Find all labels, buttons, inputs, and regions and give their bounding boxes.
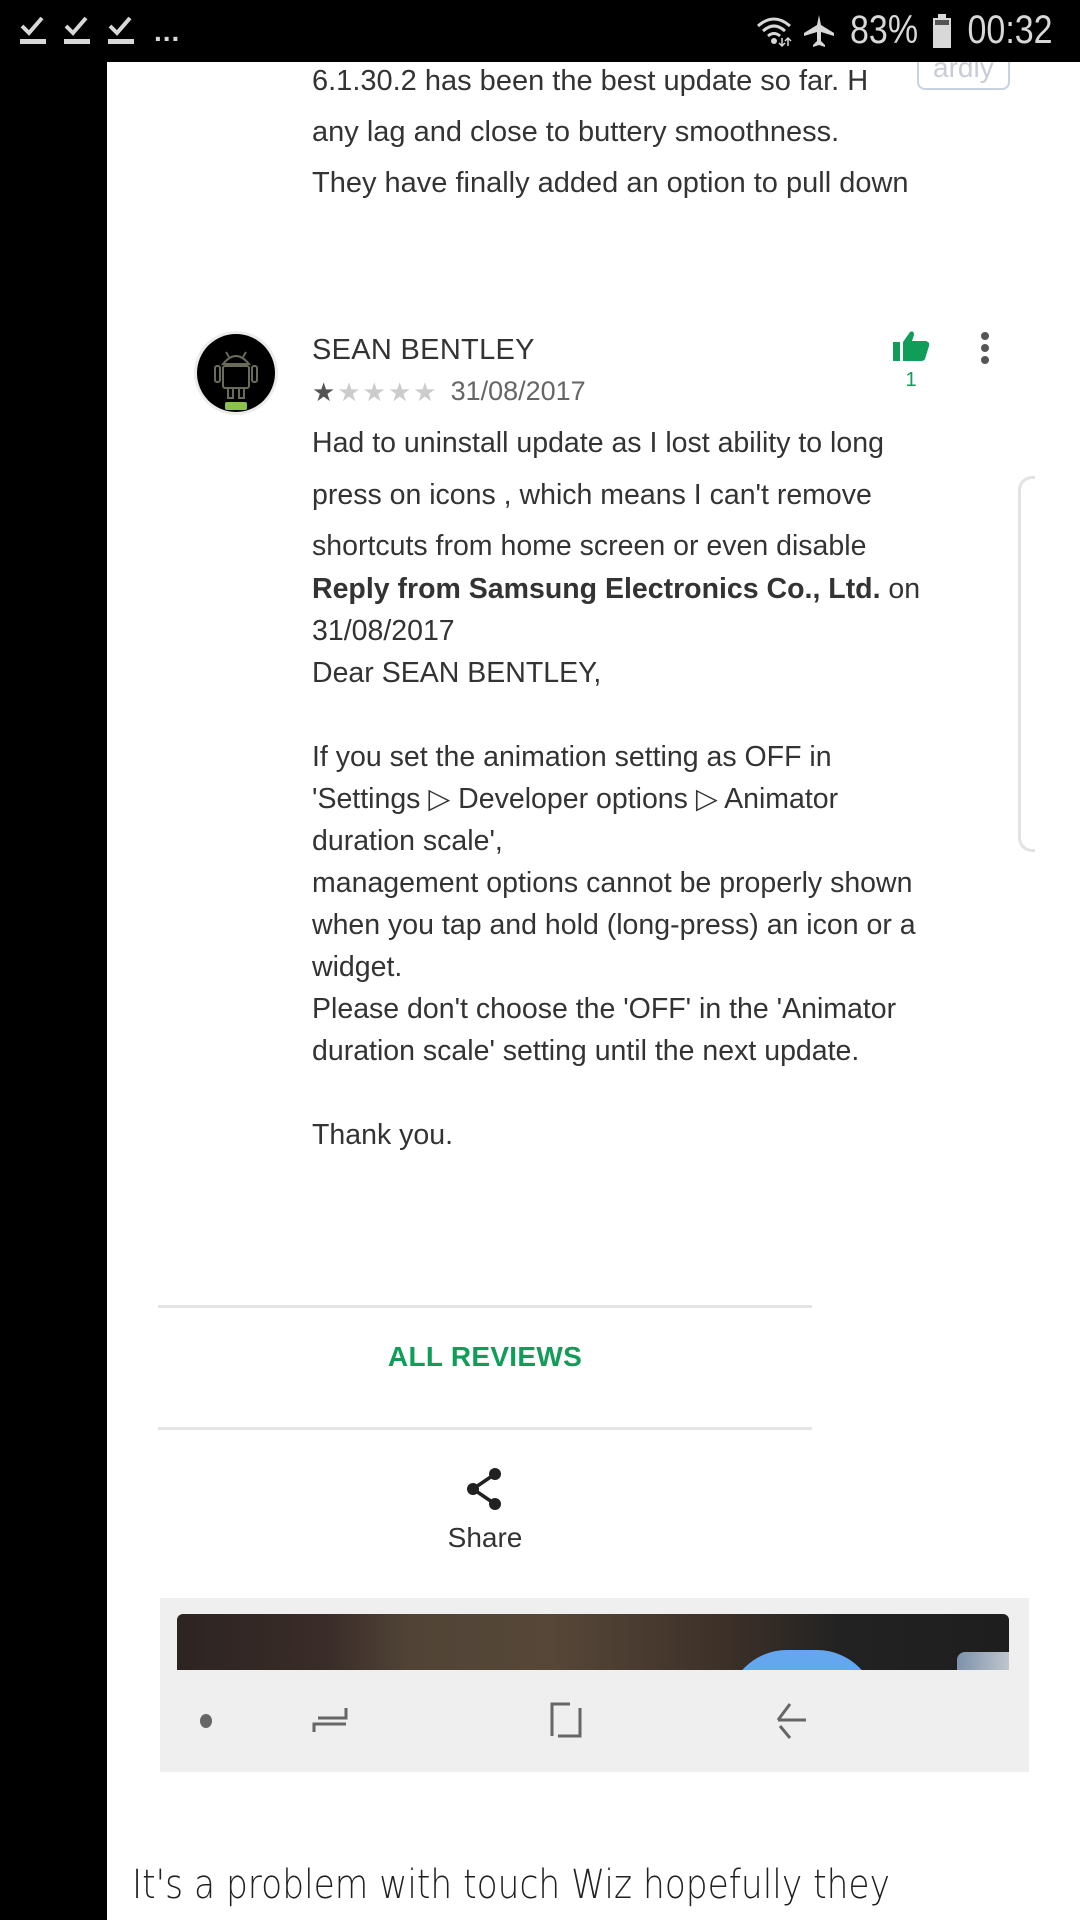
navigation-bar [160, 1670, 1029, 1772]
helpful-count: 1 [905, 369, 917, 391]
review-body-line: press on icons , which means I can't rem… [312, 478, 872, 511]
app-page: 6.1.30.2 has been the best update so far… [107, 62, 1080, 1920]
share-label: Share [447, 1522, 523, 1553]
reply-line: duration scale' setting until the next u… [312, 1035, 860, 1067]
review-body: Had to uninstall update as I lost abilit… [312, 418, 1080, 573]
previous-review-line: They have finally added an option to pul… [312, 158, 1080, 209]
reply-on-label: on [880, 573, 921, 605]
download-complete-icon [106, 12, 136, 46]
reply-line: 'Settings ▷ Developer options ▷ Animator [312, 783, 839, 815]
airplane-mode-icon [803, 14, 834, 47]
helpful-button[interactable]: 1 [889, 330, 933, 392]
card-shape [957, 1652, 1009, 1670]
review-date: 31/08/2017 [450, 376, 586, 406]
reply-greeting: Dear SEAN BENTLEY, [312, 657, 602, 689]
more-notifications-indicator: ... [154, 16, 181, 47]
star-filled-icon: ★ [312, 376, 336, 407]
star-rating: ★ ★ ★ ★ ★ [312, 379, 437, 405]
reply-line: duration scale', [312, 825, 503, 857]
share-button[interactable]: Share [427, 1467, 543, 1554]
status-bar: ... 83% 00:32 [0, 0, 1080, 62]
android-icon [214, 351, 258, 399]
embedded-navigation-panel [160, 1598, 1029, 1772]
developer-reply: Reply from Samsung Electronics Co., Ltd.… [312, 568, 1080, 1156]
reply-from-label: Reply from Samsung Electronics Co., Ltd. [312, 573, 881, 605]
reply-line: Please don't choose the 'OFF' in the 'An… [312, 993, 897, 1025]
battery-icon [932, 13, 951, 48]
previous-review-line: any lag and close to buttery smoothness. [312, 116, 840, 148]
back-icon[interactable] [770, 1696, 814, 1746]
star-empty-icon: ★ [387, 376, 412, 407]
reply-closing: Thank you. [312, 1119, 453, 1151]
all-reviews-button[interactable]: ALL REVIEWS [158, 1307, 812, 1407]
clock: 00:32 [967, 8, 1053, 52]
review-meta: ★ ★ ★ ★ ★ 31/08/2017 [312, 376, 586, 407]
battery-percent: 83% [849, 8, 918, 52]
thumbs-up-icon [893, 331, 930, 361]
review-body-line: shortcuts from home screen or even disab… [312, 521, 1080, 573]
star-empty-icon: ★ [413, 376, 437, 407]
avatar[interactable] [197, 334, 275, 412]
wifi-icon [756, 17, 792, 47]
notification-icons: ... [18, 12, 180, 46]
review-body-line: Had to uninstall update as I lost abilit… [312, 427, 884, 459]
comment-text: It's a problem with touch Wiz hopefully … [132, 1862, 890, 1908]
divider [158, 1427, 812, 1430]
reviewer-name: SEAN BENTLEY [312, 334, 535, 366]
reply-line: widget. [312, 951, 403, 983]
reply-date: 31/08/2017 [312, 615, 455, 647]
nav-dot-indicator[interactable] [200, 1714, 212, 1728]
share-icon [467, 1468, 501, 1510]
blue-shape [727, 1650, 877, 1670]
more-options-icon[interactable] [975, 328, 995, 368]
reply-line: If you set the animation setting as OFF … [312, 741, 832, 773]
home-icon[interactable] [544, 1696, 588, 1746]
star-empty-icon: ★ [337, 376, 361, 407]
avatar-badge [225, 402, 247, 410]
download-complete-icon [18, 12, 48, 46]
reply-line: when you tap and hold (long-press) an ic… [312, 909, 916, 941]
reply-line: management options cannot be properly sh… [312, 867, 913, 899]
image-thumbnail[interactable] [177, 1614, 1009, 1670]
scrollbar-handle[interactable] [1018, 476, 1035, 852]
system-status: 83% 00:32 [754, 8, 1060, 53]
text-selection-pill: ardly [917, 62, 1010, 90]
star-empty-icon: ★ [362, 376, 386, 407]
download-complete-icon [62, 12, 92, 46]
recent-apps-icon[interactable] [310, 1696, 354, 1746]
